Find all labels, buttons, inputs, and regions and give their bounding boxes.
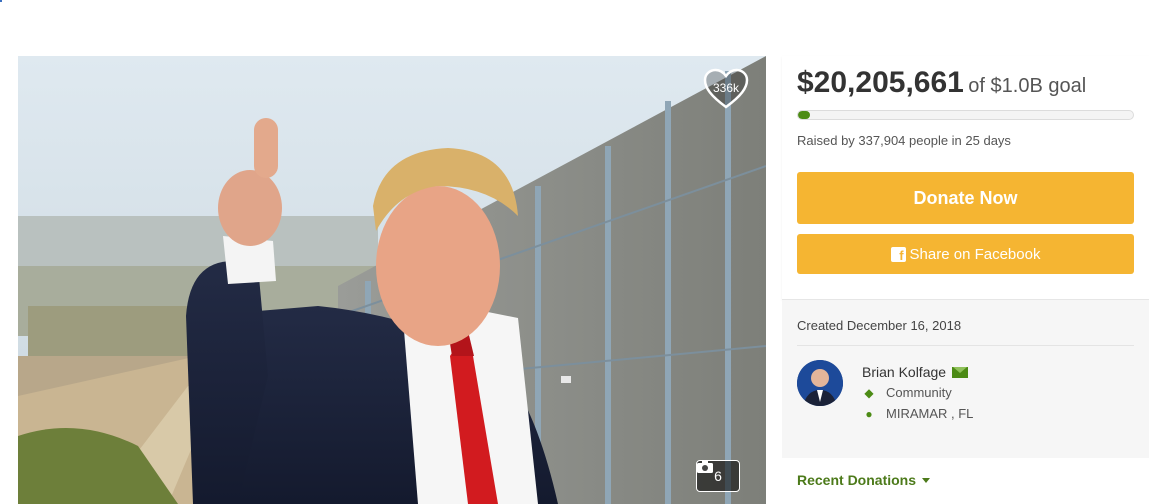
- map-pin-icon: ●: [865, 406, 873, 421]
- tag-icon: ◆: [864, 385, 874, 400]
- share-facebook-button[interactable]: f Share on Facebook: [797, 234, 1134, 274]
- location-row: ● MIRAMAR , FL: [862, 406, 973, 421]
- organizer-avatar[interactable]: [797, 360, 843, 406]
- divider: [797, 345, 1134, 346]
- camera-icon: [697, 461, 713, 473]
- share-facebook-label: Share on Facebook: [909, 245, 1041, 263]
- recent-donations-section: Recent Donations: [782, 458, 1149, 504]
- progress-bar: [797, 110, 1134, 120]
- photo-gallery-button[interactable]: 6: [696, 460, 740, 492]
- progress-fill: [798, 111, 810, 119]
- heart-count: 336k: [712, 81, 740, 95]
- hero-illustration: [18, 56, 766, 504]
- amount-line: $20,205,661 of $1.0B goal: [797, 66, 1086, 100]
- chevron-down-icon: [922, 477, 931, 483]
- facebook-icon: f: [890, 246, 906, 262]
- amount-raised: $20,205,661: [797, 66, 964, 99]
- funding-panel: $20,205,661 of $1.0B goal Raised by 337,…: [782, 56, 1149, 300]
- mail-icon[interactable]: [952, 366, 969, 378]
- campaign-details-panel: Created December 16, 2018 Brian Kolfage …: [782, 300, 1149, 504]
- photo-count: 6: [714, 468, 722, 484]
- category-label[interactable]: Community: [886, 385, 952, 400]
- avatar-image: [797, 360, 843, 406]
- campaign-hero-image[interactable]: 336k 6: [18, 56, 766, 504]
- corner-dot: [0, 0, 2, 2]
- organizer-name[interactable]: Brian Kolfage: [862, 364, 946, 380]
- goal-text: of $1.0B goal: [968, 75, 1087, 97]
- heart-count-badge[interactable]: 336k: [703, 68, 749, 110]
- category-row: ◆ Community: [862, 385, 952, 400]
- raised-by-text: Raised by 337,904 people in 25 days: [797, 133, 1011, 148]
- recent-donations-label: Recent Donations: [797, 472, 917, 488]
- donate-now-label: Donate Now: [913, 187, 1018, 208]
- donate-now-button[interactable]: Donate Now: [797, 172, 1134, 224]
- organizer-name-row: Brian Kolfage: [862, 364, 969, 380]
- recent-donations-toggle[interactable]: Recent Donations: [797, 472, 931, 488]
- created-date: Created December 16, 2018: [797, 318, 962, 333]
- location-label: MIRAMAR , FL: [886, 406, 974, 421]
